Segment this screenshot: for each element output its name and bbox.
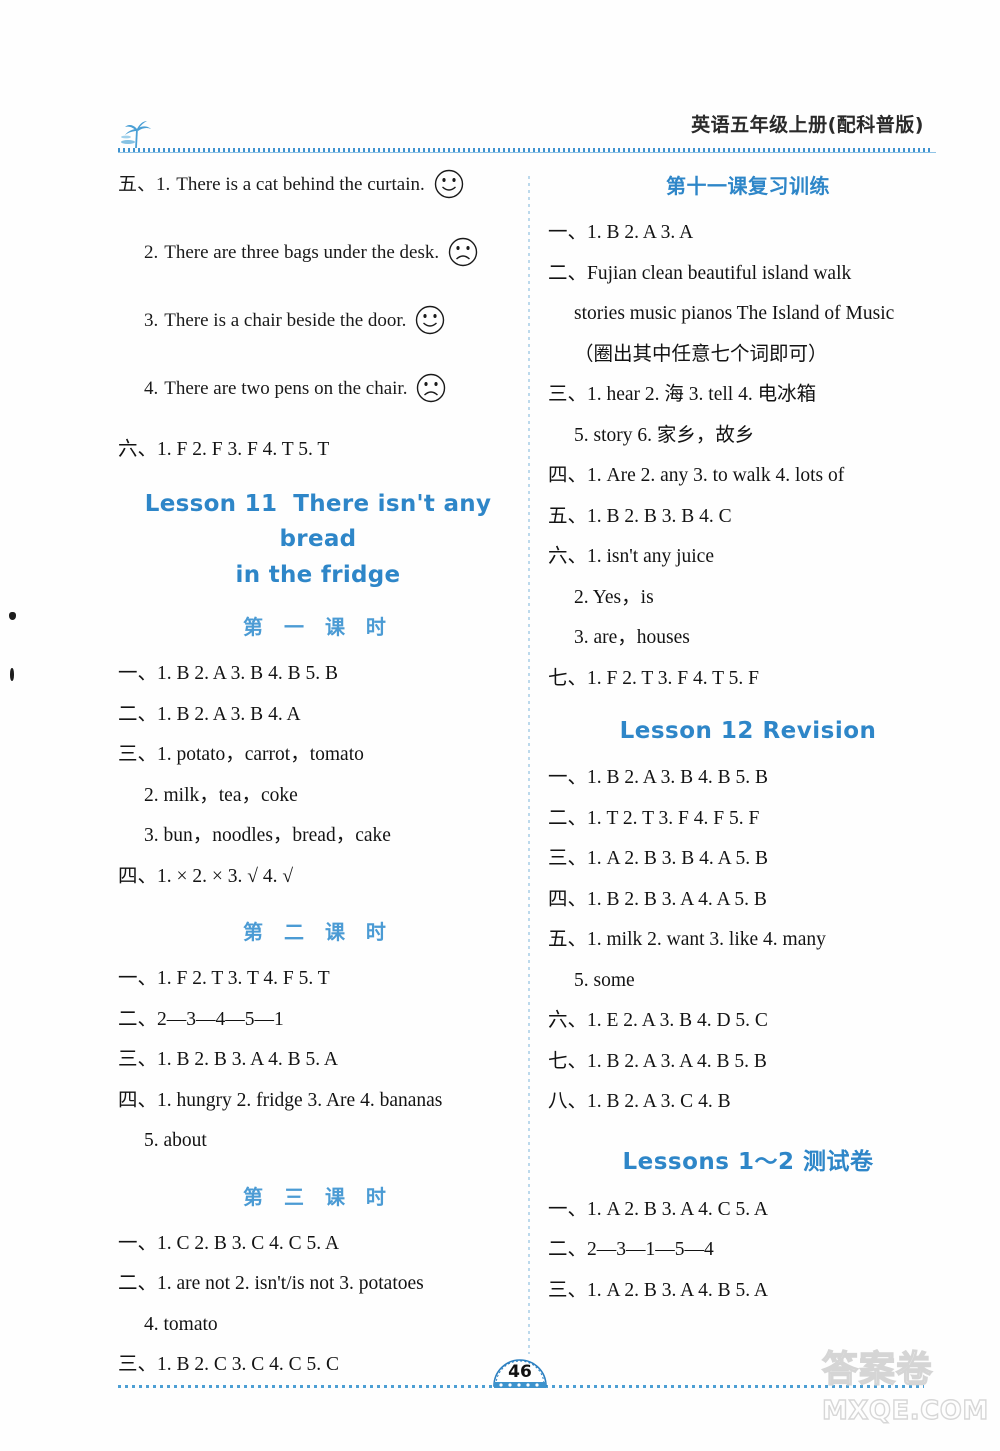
answer-line: 5. about: [144, 1130, 207, 1152]
answer-text: There are two pens on the chair.: [164, 377, 408, 399]
page-title: 英语五年级上册(配科普版): [691, 114, 924, 136]
answer-sentence-row: 五、1. There is a cat behind the curtain.: [118, 168, 518, 200]
answer-line: 四、1. Are 2. any 3. to walk 4. lots of: [548, 465, 845, 486]
answer-line: （圈出其中任意七个词即可）: [574, 343, 828, 365]
answer-text: There is a cat behind the curtain.: [176, 173, 425, 195]
answer-line: 一、1. A 2. B 3. A 4. C 5. A: [548, 1198, 768, 1220]
answer-line: 三、1. potato，carrot，tomato: [118, 744, 364, 766]
page-header: 英语五年级上册(配科普版): [118, 108, 936, 156]
answer-line: 三、1. B 2. B 3. A 4. B 5. A: [118, 1049, 338, 1071]
answer-line: stories music pianos The Island of Music: [574, 303, 895, 324]
answer-line: 一、1. C 2. B 3. C 4. C 5. A: [118, 1232, 340, 1254]
answer-line: 八、1. B 2. A 3. C 4. B: [548, 1091, 731, 1112]
answer-line: 三、1. A 2. B 3. A 4. B 5. A: [548, 1279, 768, 1301]
smiley-face-icon: [416, 305, 445, 335]
answer-key-page: 英语五年级上册(配科普版) 五、1. There is a cat behind…: [0, 0, 1000, 1451]
answer-line: 二、1. T 2. T 3. F 4. F 5. F: [548, 807, 760, 829]
site-watermark: 答案卷 MXQE.COM: [821, 1349, 1000, 1448]
answer-line: 四、1. B 2. B 3. A 4. A 5. B: [548, 888, 767, 910]
answer-line: 二、Fujian clean beautiful island walk: [548, 262, 852, 284]
answer-line: 5. some: [574, 969, 635, 991]
answer-line: 二、1. B 2. A 3. B 4. A: [118, 703, 301, 725]
answer-line: 3. are，houses: [574, 627, 690, 648]
answer-number: 五、1.: [118, 173, 171, 195]
answer-sentence-row: 4. There are two pens on the chair.: [118, 372, 518, 404]
right-column: 第十一课复习训练 一、1. B 2. A 3. A 二、Fujian clean…: [548, 168, 948, 1321]
lesson-12-heading: Lesson 12 Revision: [619, 718, 877, 744]
answer-line: 4. tomato: [144, 1313, 218, 1335]
answer-line: 六、1. F 2. F 3. F 4. T 5. T: [118, 439, 330, 460]
answer-line: 四、1. hungry 2. fridge 3. Are 4. bananas: [118, 1089, 443, 1111]
period-1-heading: 第 一 课 时: [243, 615, 393, 640]
answer-line: 六、1. isn't any juice: [548, 546, 714, 567]
lessons-1-2-test-heading: Lessons 1～2 测试卷: [622, 1148, 874, 1175]
answer-line: 三、1. hear 2. 海 3. tell 4. 电冰箱: [548, 384, 817, 405]
answer-sentence-row: 3. There is a chair beside the door.: [118, 304, 518, 336]
scan-artifact-speck: [10, 668, 14, 681]
answer-line: 2. Yes，is: [574, 586, 654, 608]
answer-line: 五、1. B 2. B 3. B 4. C: [548, 505, 732, 527]
answer-line: 一、1. F 2. T 3. T 4. F 5. T: [118, 968, 330, 990]
lesson-11-label: Lesson 11: [144, 490, 278, 517]
answer-number: 3.: [144, 309, 159, 331]
watermark-url-text: MXQE.COM: [821, 1396, 989, 1426]
palm-tree-icon: [121, 121, 151, 149]
answer-line: 二、2—3—1—5—4: [548, 1239, 714, 1260]
answer-line: 2. milk，tea，coke: [144, 784, 298, 806]
answer-line: 二、2—3—4—5—1: [118, 1008, 284, 1030]
watermark-chinese-text: 答案卷: [821, 1349, 934, 1390]
lesson-11-review-heading: 第十一课复习训练: [666, 174, 830, 198]
scan-artifact-speck: [9, 612, 16, 620]
answer-line: 七、1. B 2. A 3. A 4. B 5. B: [548, 1050, 767, 1072]
smiley-face-icon: [434, 169, 463, 199]
answer-line: 一、1. B 2. A 3. B 4. B 5. B: [548, 767, 768, 788]
page-number: 46: [508, 1362, 532, 1382]
answer-line: 一、1. B 2. A 3. B 4. B 5. B: [118, 663, 338, 685]
answer-line: 三、1. A 2. B 3. B 4. A 5. B: [548, 848, 768, 869]
answer-line: 三、1. B 2. C 3. C 4. C 5. C: [118, 1354, 340, 1376]
answer-line: 一、1. B 2. A 3. A: [548, 222, 694, 243]
answer-line: 5. story 6. 家乡，故乡: [574, 424, 755, 446]
period-2-heading: 第 二 课 时: [243, 920, 393, 945]
answer-line: 六、1. E 2. A 3. B 4. D 5. C: [548, 1010, 768, 1031]
answer-sentence-row: 2. There are three bags under the desk.: [118, 236, 518, 268]
period-3-heading: 第 三 课 时: [243, 1184, 393, 1209]
answer-line: 二、1. are not 2. isn't/is not 3. potatoes: [118, 1273, 424, 1295]
header-divider-rule: [118, 148, 936, 153]
sad-face-icon: [448, 237, 478, 267]
left-column: 五、1. There is a cat behind the curtain. …: [118, 168, 518, 1396]
lesson-11-title-line1: There isn't any bread: [279, 490, 492, 553]
answer-line: 七、1. F 2. T 3. F 4. T 5. F: [548, 667, 759, 689]
answer-text: There are three bags under the desk.: [164, 241, 440, 263]
lesson-11-heading: Lesson 11 There isn't any bread in the fr…: [118, 487, 518, 594]
sad-face-icon: [417, 373, 446, 403]
answer-number: 4.: [144, 377, 159, 399]
answer-line: 五、1. milk 2. want 3. like 4. many: [548, 929, 826, 950]
column-divider: [528, 176, 530, 1354]
answer-line: 四、1. × 2. × 3. √ 4. √: [118, 865, 294, 887]
answer-number: 2.: [144, 241, 159, 263]
answer-text: There is a chair beside the door.: [164, 309, 407, 331]
answer-line: 3. bun，noodles，bread，cake: [144, 825, 391, 847]
lesson-11-title-line2: in the fridge: [235, 561, 401, 588]
